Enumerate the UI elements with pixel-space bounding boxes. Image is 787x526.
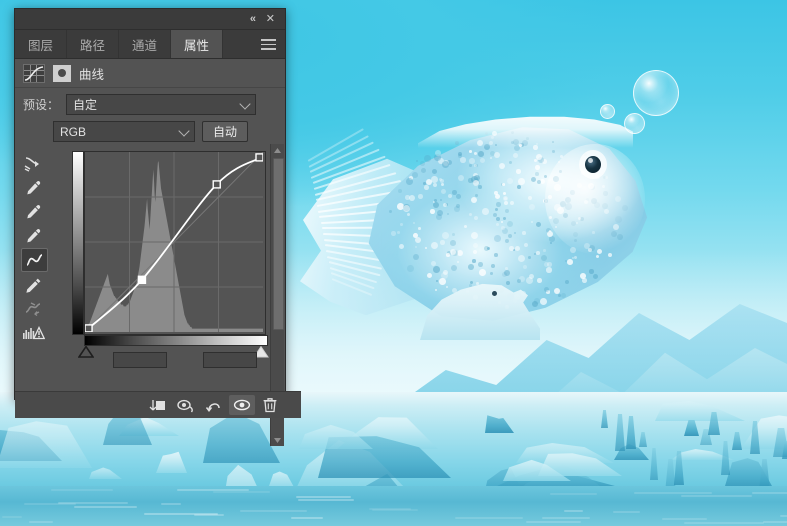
- preset-select[interactable]: 自定: [66, 94, 257, 115]
- collapse-panel-icon[interactable]: «: [250, 13, 256, 25]
- polar-bear-eye: [492, 291, 497, 296]
- bubble-tiny: [600, 104, 615, 119]
- curve-point-tool-icon[interactable]: [21, 248, 48, 272]
- chevron-down-icon: [178, 125, 190, 137]
- tab-paths[interactable]: 路径: [67, 30, 120, 58]
- properties-panel[interactable]: « ✕ 图层 路径 通道 属性 曲线 预设： 自定 RGB 自动: [14, 8, 301, 446]
- chevron-down-icon: [239, 98, 251, 110]
- preset-row: 预设： 自定: [15, 94, 271, 115]
- clipping-warning-icon[interactable]: [21, 322, 46, 344]
- fish-eye-highlight: [588, 158, 593, 163]
- output-gradient-ramp: [72, 151, 84, 335]
- curves-icon: [23, 63, 45, 83]
- tab-properties[interactable]: 属性: [171, 30, 224, 58]
- panel-tab-bar: 图层 路径 通道 属性: [15, 30, 285, 59]
- screen: « ✕ 图层 路径 通道 属性 曲线 预设： 自定 RGB 自动: [0, 0, 787, 526]
- panel-footer: [15, 391, 301, 418]
- close-panel-icon[interactable]: ✕: [266, 13, 275, 25]
- curve-line[interactable]: [85, 152, 264, 333]
- panel-title-bar: « ✕: [15, 9, 285, 30]
- pencil-curve-tool-icon[interactable]: [21, 274, 46, 296]
- reset-icon[interactable]: [201, 395, 227, 415]
- curves-tool-column: [21, 152, 48, 344]
- curve-value-fields: [72, 352, 267, 368]
- bubble-small: [624, 113, 645, 134]
- output-value-field[interactable]: [203, 352, 257, 368]
- fish-frost-highlight: [418, 116, 633, 148]
- input-value-field[interactable]: [113, 352, 167, 368]
- bubble-large: [633, 70, 679, 116]
- tab-channels[interactable]: 通道: [119, 30, 172, 58]
- preset-label: 预设：: [23, 98, 60, 112]
- channel-row: RGB 自动: [45, 121, 291, 142]
- tab-layers[interactable]: 图层: [15, 30, 68, 58]
- toggle-visibility-icon[interactable]: [229, 395, 255, 415]
- adjustment-header: 曲线: [15, 59, 285, 87]
- preset-value: 自定: [73, 98, 98, 112]
- smooth-curve-icon[interactable]: [21, 298, 46, 320]
- scroll-up-arrow-icon[interactable]: [271, 144, 284, 156]
- gray-point-eyedropper-icon[interactable]: [21, 200, 46, 222]
- panel-body: 预设： 自定 RGB 自动: [15, 87, 301, 446]
- scroll-down-arrow-icon[interactable]: [271, 434, 284, 446]
- black-point-eyedropper-icon[interactable]: [21, 176, 46, 198]
- panel-menu-icon[interactable]: [261, 39, 276, 50]
- scrollbar-thumb[interactable]: [273, 158, 284, 330]
- layer-mask-thumbnail[interactable]: [53, 64, 71, 82]
- auto-button[interactable]: 自动: [202, 121, 248, 142]
- clip-to-layer-icon[interactable]: [145, 395, 171, 415]
- view-previous-state-icon[interactable]: [173, 395, 199, 415]
- adjustment-title: 曲线: [79, 67, 105, 82]
- delete-icon[interactable]: [257, 395, 283, 415]
- curves-graph[interactable]: [72, 151, 269, 358]
- on-image-adjustment-icon[interactable]: [21, 152, 46, 174]
- channel-value: RGB: [60, 124, 87, 139]
- channel-select[interactable]: RGB: [53, 121, 195, 142]
- white-point-eyedropper-icon[interactable]: [21, 224, 46, 246]
- input-gradient-ramp: [84, 335, 268, 346]
- curve-grid[interactable]: [84, 151, 266, 335]
